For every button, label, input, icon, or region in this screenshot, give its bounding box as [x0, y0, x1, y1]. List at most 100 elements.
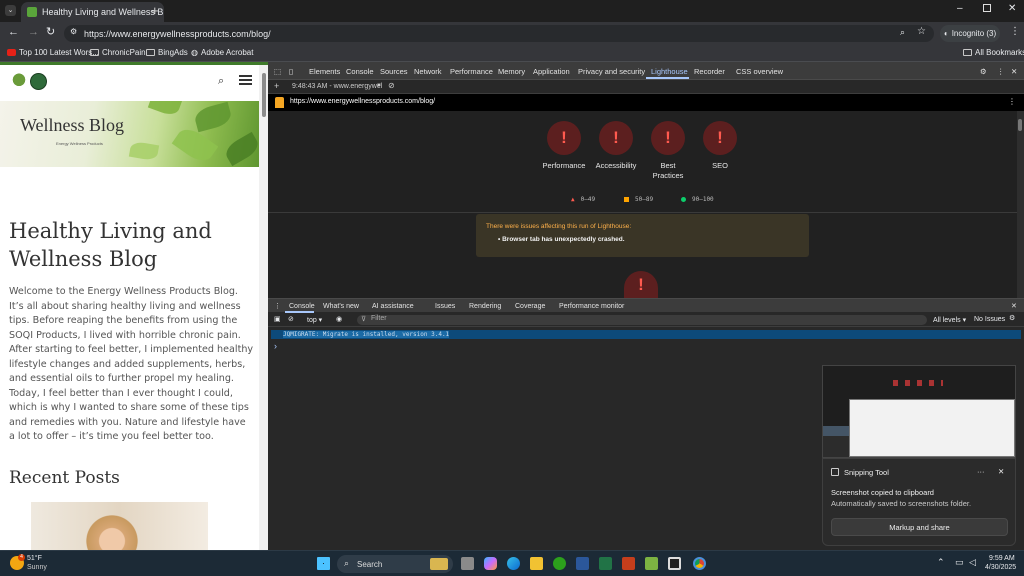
site-info-icon[interactable]: ⚙ [70, 27, 77, 36]
zoom-icon[interactable]: ⌕ [900, 27, 905, 38]
tab-application[interactable]: Application [533, 67, 570, 76]
settings-gear-icon[interactable]: ⚙ [980, 67, 987, 76]
sidebar-toggle-icon[interactable]: ▣ [274, 315, 281, 323]
minimize-icon[interactable]: – [957, 3, 963, 14]
report-dropdown-icon[interactable]: ▼ [376, 83, 382, 89]
tab-console[interactable]: Console [346, 67, 374, 76]
devtools-menu-icon[interactable]: ⋮ [997, 67, 1005, 76]
bookmark-folder[interactable]: BingAds [146, 48, 188, 57]
clock-date[interactable]: 4/30/2025 [985, 564, 1016, 571]
drawer-tab-issues[interactable]: Issues [435, 303, 455, 310]
drawer-close-icon[interactable]: ✕ [1011, 302, 1017, 310]
browser-tab[interactable]: Healthy Living and Wellness Blo ✕ [21, 2, 164, 22]
file-explorer-icon[interactable] [530, 557, 543, 570]
copilot-icon[interactable] [484, 557, 497, 570]
report-scrollbar[interactable] [1017, 111, 1024, 298]
drawer-menu-icon[interactable]: ⋮ [274, 302, 281, 310]
network-icon[interactable]: ▭ [955, 557, 964, 568]
snipping-tool-toast[interactable]: Snipping Tool ··· ✕ Screenshot copied to… [822, 458, 1016, 546]
accessibility-gauge[interactable]: ! [599, 121, 633, 155]
all-bookmarks-button[interactable]: All Bookmarks [963, 48, 1024, 57]
drawer-tab-whats-new[interactable]: What's new [323, 303, 359, 310]
report-selector[interactable]: 9:48:43 AM - www.energywel [292, 83, 382, 90]
reload-icon[interactable]: ↻ [46, 25, 55, 38]
log-levels-dropdown[interactable]: All levels ▾ [933, 316, 966, 324]
live-expression-eye-icon[interactable]: ◉ [336, 315, 342, 323]
tab-elements[interactable]: Elements [309, 67, 340, 76]
excel-icon[interactable] [599, 557, 612, 570]
notepad-icon[interactable] [645, 557, 658, 570]
console-prompt[interactable]: › [274, 341, 277, 351]
quickbooks-icon[interactable] [553, 557, 566, 570]
seo-gauge[interactable]: ! [703, 121, 737, 155]
start-windows-icon[interactable] [317, 557, 330, 570]
bookmark-star-icon[interactable]: ☆ [917, 26, 926, 37]
site-search-icon[interactable]: ⌕ [218, 75, 224, 88]
clock-time[interactable]: 9:59 AM [989, 555, 1015, 562]
report-menu-icon[interactable]: ⋮ [1008, 97, 1016, 106]
drawer-tab-rendering[interactable]: Rendering [469, 303, 501, 310]
performance-gauge[interactable]: ! [547, 121, 581, 155]
snipping-app-icon[interactable] [668, 557, 681, 570]
clear-report-icon[interactable]: ⊘ [388, 81, 395, 90]
site-scrollbar[interactable] [259, 65, 268, 550]
toast-more-icon[interactable]: ··· [977, 467, 985, 476]
restore-icon[interactable] [983, 4, 991, 12]
weather-condition[interactable]: Sunny [27, 564, 47, 571]
new-report-icon[interactable]: + [274, 81, 279, 91]
device-toggle-icon[interactable]: ▯ [289, 67, 293, 76]
console-settings-icon[interactable]: ⚙ [1009, 314, 1015, 322]
task-view-icon[interactable] [461, 557, 474, 570]
close-window-icon[interactable]: ✕ [1008, 3, 1016, 14]
bookmark-folder[interactable]: ChronicPain [90, 48, 146, 57]
word-icon[interactable] [576, 557, 589, 570]
drawer-tab-coverage[interactable]: Coverage [515, 303, 545, 310]
back-icon[interactable]: ← [8, 26, 19, 38]
devtools-close-icon[interactable]: ✕ [1011, 67, 1017, 76]
drawer-tab-ai[interactable]: AI assistance [372, 303, 414, 310]
post-thumbnail[interactable] [31, 502, 208, 550]
console-message[interactable]: JQMIGRATE: Migrate is installed, version… [271, 330, 1021, 339]
tab-privacy[interactable]: Privacy and security [578, 67, 645, 76]
powerpoint-icon[interactable] [622, 557, 635, 570]
tab-memory[interactable]: Memory [498, 67, 525, 76]
weather-temp[interactable]: 51°F [27, 555, 42, 562]
drawer-tab-console[interactable]: Console [289, 303, 315, 310]
tab-sources[interactable]: Sources [380, 67, 408, 76]
scroll-thumb[interactable] [1018, 119, 1022, 131]
tray-chevron-icon[interactable]: ⌃ [937, 557, 945, 568]
preview-bar [823, 426, 849, 436]
markup-and-share-button[interactable]: Markup and share [831, 518, 1008, 536]
browser-menu-icon[interactable]: ⋮ [1010, 26, 1020, 37]
edge-icon[interactable] [507, 557, 520, 570]
bookmark-item[interactable]: Top 100 Latest Wors... [7, 48, 99, 57]
context-selector[interactable]: top ▾ [307, 316, 322, 324]
report-url[interactable]: https://www.energywellnessproducts.com/b… [290, 98, 435, 105]
address-bar[interactable]: ⚙ https://www.energywellnessproducts.com… [64, 25, 934, 42]
clear-console-icon[interactable]: ⊘ [288, 315, 294, 323]
toast-close-icon[interactable]: ✕ [998, 467, 1004, 476]
console-filter-input[interactable]: ⊽ Filter [357, 315, 927, 325]
tab-lighthouse[interactable]: Lighthouse [651, 67, 688, 76]
hamburger-menu-icon[interactable] [239, 75, 252, 85]
tab-search-icon[interactable]: ⌄ [5, 5, 16, 16]
volume-icon[interactable]: ◁ [969, 557, 976, 568]
drawer-tab-perf-monitor[interactable]: Performance monitor [559, 303, 624, 310]
youtube-icon [7, 49, 16, 56]
site-logo[interactable] [10, 73, 47, 90]
incognito-button[interactable]: ◐ Incognito (3) [940, 25, 1000, 42]
tab-css-overview[interactable]: CSS overview [736, 67, 783, 76]
inspect-icon[interactable]: ⬚ [274, 67, 281, 76]
new-tab-button[interactable]: + [151, 3, 159, 18]
site-scroll-thumb[interactable] [262, 73, 266, 117]
chrome-icon[interactable] [693, 557, 706, 570]
best-practices-gauge[interactable]: ! [651, 121, 685, 155]
screenshot-preview[interactable] [822, 365, 1016, 458]
tab-performance[interactable]: Performance [450, 67, 493, 76]
forward-icon[interactable]: → [28, 26, 39, 38]
tab-network[interactable]: Network [414, 67, 442, 76]
no-issues-badge[interactable]: No Issues [974, 316, 1005, 323]
taskbar-search[interactable]: ⌕ Search [337, 555, 453, 573]
bookmark-item[interactable]: ◍ Adobe Acrobat [191, 48, 253, 57]
tab-recorder[interactable]: Recorder [694, 67, 725, 76]
